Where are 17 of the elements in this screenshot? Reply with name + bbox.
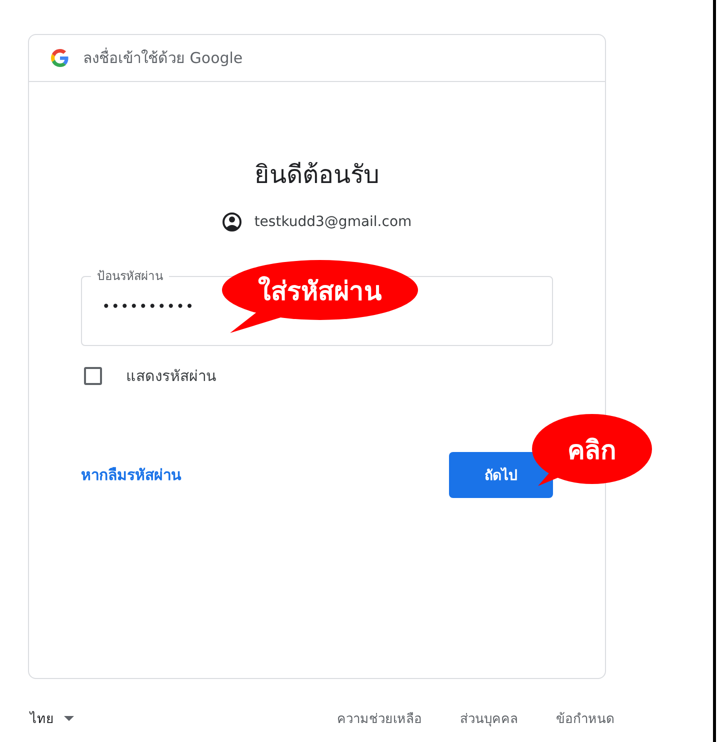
google-logo-icon (51, 49, 69, 67)
footer-link[interactable]: ข้อกำหนด (556, 708, 614, 729)
show-password-label[interactable]: แสดงรหัสผ่าน (126, 364, 216, 388)
welcome-title: ยินดีต้อนรับ (254, 160, 380, 189)
callout-tooltip-text: ใส่รหัสผ่าน (258, 275, 382, 308)
account-icon (222, 212, 242, 232)
callout-tooltip-text: คลิก (568, 434, 616, 468)
account-email[interactable]: testkudd3@gmail.com (254, 214, 412, 230)
footer-link[interactable]: ความช่วยเหลือ (337, 708, 422, 729)
language-selector[interactable]: ไทย (30, 708, 54, 729)
show-password-checkbox[interactable] (84, 367, 102, 385)
password-value: •••••••••• (102, 299, 195, 315)
card-header-title: ลงชื่อเข้าใช้ด้วย Google (83, 46, 243, 69)
dropdown-caret-icon[interactable] (64, 716, 74, 721)
footer-link[interactable]: ส่วนบุคคล (460, 708, 518, 729)
forgot-password-link[interactable]: หากลืมรหัสผ่าน (81, 463, 181, 487)
next-button[interactable]: ถัดไป (449, 452, 553, 498)
